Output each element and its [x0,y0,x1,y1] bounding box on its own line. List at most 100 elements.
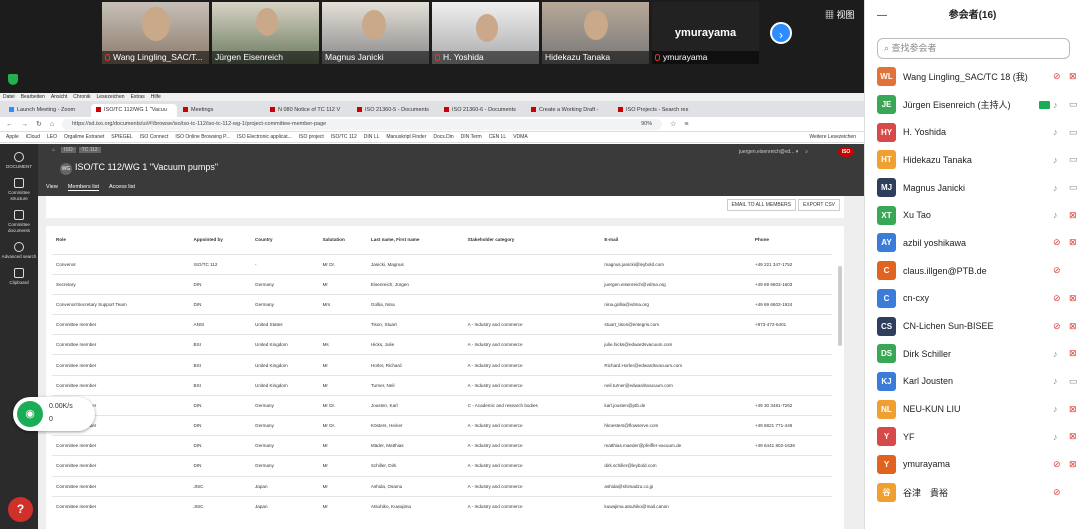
back-icon[interactable]: ← [6,121,13,128]
video-tile[interactable]: ymurayama ymurayama [652,2,759,64]
table-row[interactable]: Convenor ISO/TC 112- Mr Dr. Janicki, Magnus… [52,253,832,275]
browser-tab-active[interactable]: ISO/TC 112/WG 1 "Vacuu [91,104,177,117]
bookmark-item[interactable]: DIN Term [461,132,482,142]
bookmark-item[interactable]: iCloud [26,132,40,142]
bookmark-item[interactable]: Apple [6,132,19,142]
menu-icon[interactable]: ≡ [684,121,688,128]
browser-tab[interactable]: Create a Working Draft - [526,104,612,117]
video-tile[interactable]: Jürgen Eisenreich [212,2,319,64]
bookmark-item[interactable]: VDMA [513,132,527,142]
column-header[interactable]: Country [251,226,319,254]
participant-row[interactable]: HY H. Yoshida ♪ ▭ [877,118,1080,146]
nav-clipboard[interactable]: Clipboard [0,268,38,286]
table-row[interactable]: Committee member DIN Germany Mr Mäder, Matth… [52,435,832,456]
forward-icon[interactable]: → [21,121,28,128]
participant-row[interactable]: JE Jürgen Eisenreich (主持人) ♪ ▭ [877,91,1080,119]
table-row[interactable]: Committee memberDINGermanyMr Dr.Kösters,… [52,414,832,436]
menu-item[interactable]: Bearbeiten [21,93,45,101]
participant-row[interactable]: CS CN-Lichen Sun-BISEE ⊘ ⊠ [877,312,1080,340]
column-header[interactable]: Salutation [319,226,367,254]
column-header[interactable]: Appointed by [190,226,251,254]
search-icon[interactable]: ⌕ [805,149,808,155]
browser-tab[interactable]: Meetings [178,104,264,117]
column-header[interactable]: Stakeholder category [464,226,601,254]
tab-view[interactable]: View [46,184,58,191]
participant-row[interactable]: Cclaus.illgen@PTB.de ⊘ [877,257,1080,285]
menu-item[interactable]: Lesezeichen [97,93,125,101]
bookmark-item[interactable]: ISO project [299,132,324,142]
table-row[interactable]: Committee memberDINGermanyMr Dr.Jousten,… [52,394,832,416]
participant-row[interactable]: Yymurayama ⊘ ⊠ [877,451,1080,479]
video-tile[interactable]: Magnus Janicki [322,2,429,64]
menu-item[interactable]: Ansicht [51,93,67,101]
network-widget[interactable]: ◉ 0.00K/s 0 [13,397,95,431]
video-tile[interactable]: Hidekazu Tanaka [542,2,649,64]
participant-row[interactable]: Ccn-cxy ⊘ ⊠ [877,285,1080,313]
bookmark-item[interactable]: ISO Online Browsing P... [175,132,230,142]
browser-tab[interactable]: N 080 Notice of TC 112 V [265,104,351,117]
shield-icon[interactable] [8,74,18,85]
participant-row[interactable]: Y YF ♪ ⊠ [877,423,1080,451]
home-icon[interactable]: ⌂ [49,147,58,153]
nav-committee-structure[interactable]: Committee structure [0,178,38,202]
participant-row[interactable]: WL Wang Lingling_SAC/TC 18 (我) ⊘ ⊠ [877,63,1080,91]
browser-tab[interactable]: ISO 21360-6 - Documents [439,104,525,117]
bookmark-item[interactable]: Docs.Din [433,132,453,142]
bookmark-item[interactable]: ISO Electronic applicat... [237,132,292,142]
nav-document[interactable]: DOCUMENT [0,152,38,170]
reload-icon[interactable]: ↻ [36,120,42,128]
table-row[interactable]: Committee member JISC Japan Mr Atsuhiko, Kuw… [52,495,832,517]
scrollbar[interactable] [838,266,842,346]
breadcrumb-item[interactable]: ISO [61,147,76,153]
email-all-members-button[interactable]: EMAIL TO ALL MEMBERS [726,199,796,211]
table-row[interactable]: Committee member BSI United Kingdom Ms Hicks… [52,334,832,355]
browser-tab[interactable]: Launch Meeting - Zoom [4,104,90,117]
view-button[interactable]: ▦ 视图 [825,8,855,21]
export-csv-button[interactable]: EXPORT CSV [797,199,840,211]
video-tile[interactable]: Wang Lingling_SAC/T... [102,2,209,64]
participant-row[interactable]: DS Dirk Schiller ♪ ⊠ [877,340,1080,368]
breadcrumb-item[interactable]: TC 112 [78,147,101,153]
column-header[interactable]: Last name, First name [367,226,464,254]
table-row[interactable]: Committee member JISC Japan Mr Ashida, Osamu… [52,475,832,497]
browser-tab[interactable]: ISO Projects - Search res [613,104,699,117]
bookmark-item[interactable]: ISO/TC 112 [331,132,357,142]
bookmark-item[interactable]: DIN LL [364,132,380,142]
table-row[interactable]: Secretary DIN Germany Mr Eisenreich, Jürgen j… [52,273,832,295]
column-header[interactable]: Phone [751,226,832,254]
bookmark-item[interactable]: Orgalime Extranet [64,132,104,142]
menu-item[interactable]: Chronik [73,93,90,101]
browser-tab[interactable]: ISO 21360-5 - Documents [352,104,438,117]
home-icon[interactable]: ⌂ [50,121,54,128]
table-row[interactable]: Committee member BSI United Kingdom Mr Horle… [52,354,832,376]
participant-row[interactable]: NL NEU-KUN LIU ♪ ⊠ [877,395,1080,423]
bookmark-item[interactable]: SPIEGEL [111,132,132,142]
menu-item[interactable]: Extras [131,93,145,101]
participant-row[interactable]: XT Xu Tao ♪ ⊠ [877,201,1080,229]
next-page-button[interactable]: › [770,22,792,44]
participant-row[interactable]: MJ Magnus Janicki ♪ ▭ [877,174,1080,202]
participant-row[interactable]: KJ Karl Jousten ♪ ▭ [877,368,1080,396]
bookmark-item[interactable]: Manuskript Finder [386,132,426,142]
column-header[interactable]: Role [52,226,190,254]
table-row[interactable]: Committee member ANSI United States Tison, … [52,314,832,335]
bookmark-item[interactable]: LEO [47,132,57,142]
participant-row[interactable]: 谷谷津 貴裕 ⊘ [877,478,1080,506]
nav-advanced-search[interactable]: Advanced search [0,242,38,260]
participant-search-input[interactable]: ⌕ 查找参会者 [877,38,1070,59]
menu-item[interactable]: Hilfe [151,93,161,101]
column-header[interactable]: E-mail [600,226,751,254]
tab-access-list[interactable]: Access list [109,184,135,191]
video-tile[interactable]: H. Yoshida [432,2,539,64]
minimize-button[interactable]: — [877,0,887,32]
bookmark-star-icon[interactable]: ☆ [670,120,676,128]
menu-item[interactable]: Datei [3,93,15,101]
user-menu[interactable]: juergen.eisenreich@vd... ▾ ⌕ [739,149,808,155]
bookmark-item[interactable]: Weitere Lesezeichen [809,132,856,142]
table-row[interactable]: Convenor/Secretary Support Team DIN German… [52,293,832,315]
zoom-level[interactable]: 90% [641,119,652,130]
table-row[interactable]: Committee member DIN Germany Mr Schiller, Di… [52,455,832,477]
nav-committee-documents[interactable]: Committee documents [0,210,38,234]
bookmark-item[interactable]: CEN LL [489,132,507,142]
table-row[interactable]: Committee member BSI United Kingdom Mr Turne… [52,374,832,396]
